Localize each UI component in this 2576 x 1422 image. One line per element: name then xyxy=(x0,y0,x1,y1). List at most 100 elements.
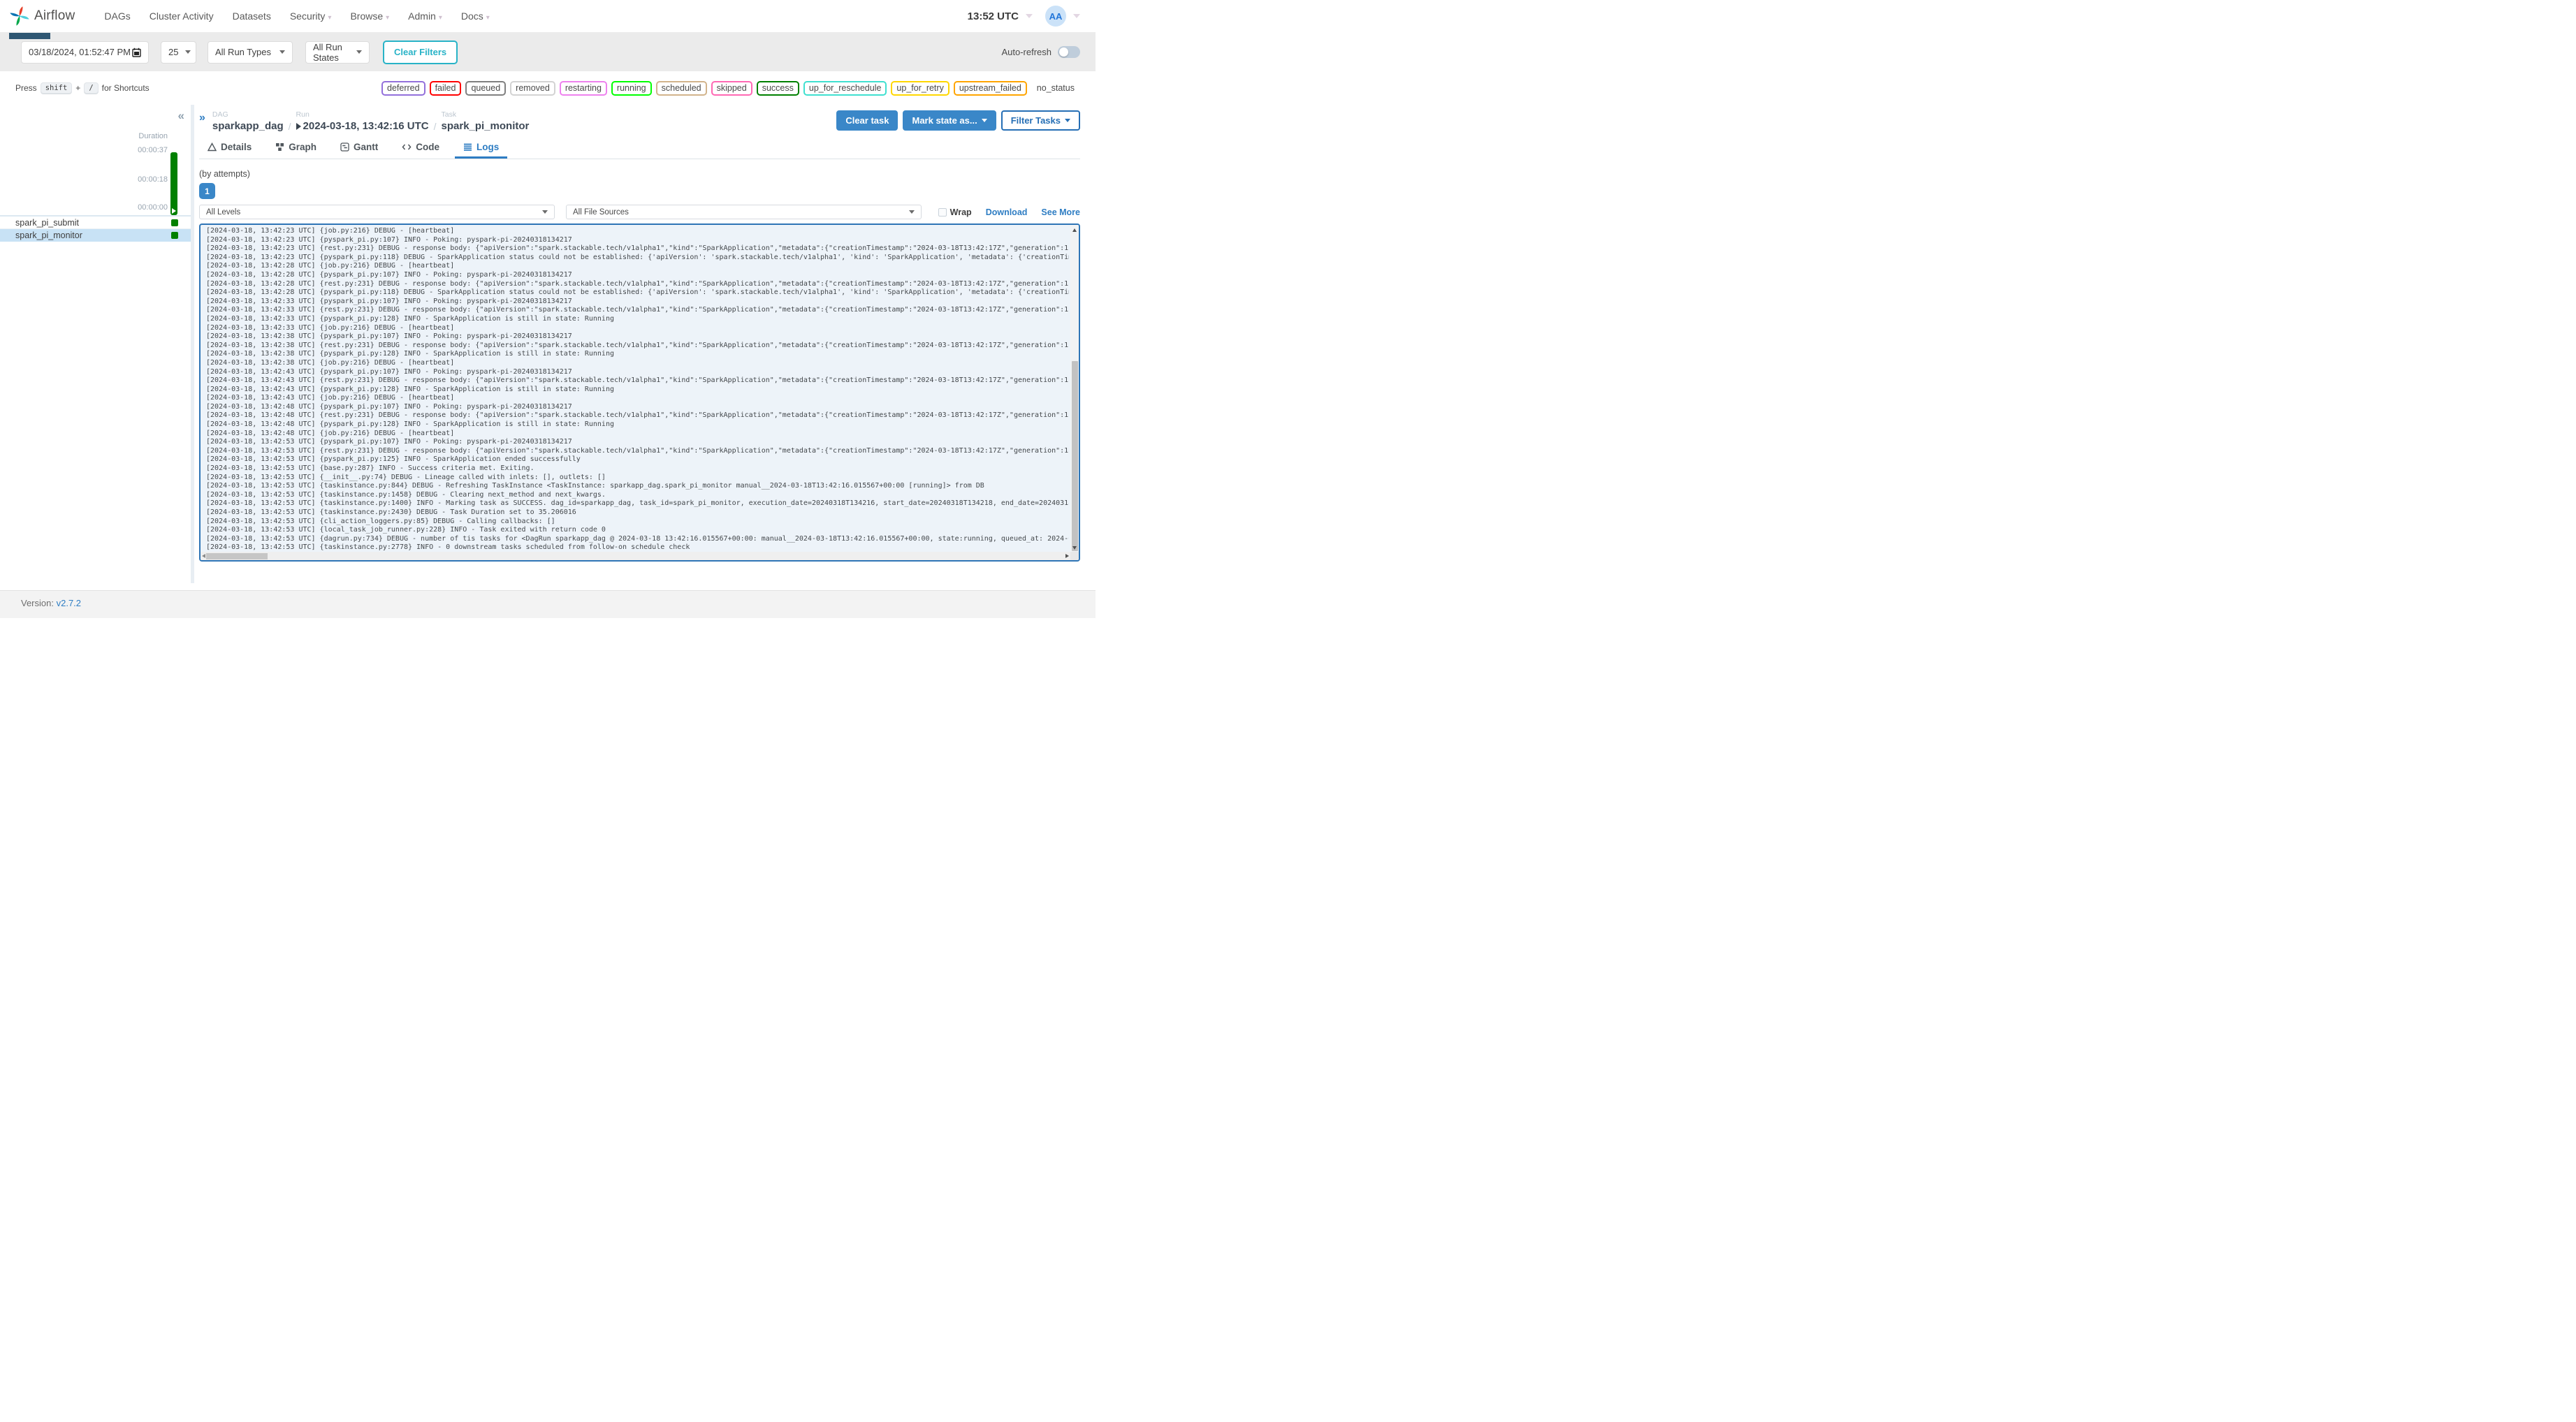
scroll-up-icon[interactable] xyxy=(1072,228,1077,232)
clock[interactable]: 13:52 UTC xyxy=(968,10,1019,22)
log-line: [2024-03-18, 13:42:43 UTC] {pyspark_pi.p… xyxy=(206,367,572,376)
detail-panel: » DAG sparkapp_dag / Run 2024-03-18, 13:… xyxy=(194,105,1096,583)
chevron-down-icon: ▾ xyxy=(438,14,442,22)
grid-panel: « Duration 00:00:37 00:00:18 00:00:00 sp… xyxy=(0,105,191,583)
collapse-panel-icon[interactable]: « xyxy=(178,109,184,123)
chevron-down-icon xyxy=(542,210,548,214)
attempt-1-button[interactable]: 1 xyxy=(199,183,215,199)
nav-item-docs[interactable]: Docs ▾ xyxy=(461,10,490,22)
wrap-checkbox[interactable] xyxy=(938,207,947,217)
airflow-logo-icon xyxy=(10,6,29,26)
breadcrumb-dag-value[interactable]: sparkapp_dag xyxy=(212,119,284,133)
graph-icon xyxy=(276,142,284,151)
nav-item-datasets[interactable]: Datasets xyxy=(233,10,271,22)
log-line: [2024-03-18, 13:42:53 UTC] {taskinstance… xyxy=(206,499,1069,508)
log-line: [2024-03-18, 13:42:23 UTC] {pyspark_pi.p… xyxy=(206,235,572,244)
duration-tick: 00:00:00 xyxy=(138,203,168,212)
tab-code[interactable]: Code xyxy=(393,137,448,159)
filter-bar: 03/18/2024, 01:52:47 PM 25 All Run Types… xyxy=(0,33,1096,71)
tab-details[interactable]: Details xyxy=(199,137,260,159)
log-viewer[interactable]: [2024-03-18, 13:42:23 UTC] {job.py:216} … xyxy=(199,223,1080,562)
log-line: [2024-03-18, 13:42:53 UTC] {taskinstance… xyxy=(206,482,984,490)
breadcrumb-run-value[interactable]: 2024-03-18, 13:42:16 UTC xyxy=(296,119,429,133)
shift-key: shift xyxy=(40,82,73,94)
log-levels-select[interactable]: All Levels xyxy=(199,205,555,219)
clear-task-button[interactable]: Clear task xyxy=(836,110,898,131)
log-line: [2024-03-18, 13:42:53 UTC] {__init__.py:… xyxy=(206,473,606,481)
task-actions: Clear task Mark state as... Filter Tasks xyxy=(836,110,1080,131)
breadcrumb-separator: / xyxy=(433,121,437,132)
task-state-square[interactable] xyxy=(171,219,178,226)
calendar-icon[interactable] xyxy=(132,47,141,57)
tab-gantt[interactable]: Gantt xyxy=(332,137,386,159)
breadcrumb-run: Run 2024-03-18, 13:42:16 UTC xyxy=(296,110,429,133)
chevron-down-icon xyxy=(185,50,191,54)
nav-item-cluster-activity[interactable]: Cluster Activity xyxy=(150,10,214,22)
log-line: [2024-03-18, 13:42:23 UTC] {pyspark_pi.p… xyxy=(206,253,1069,261)
brand[interactable]: Airflow xyxy=(9,6,75,27)
filter-tasks-button[interactable]: Filter Tasks xyxy=(1000,110,1080,131)
file-sources-select[interactable]: All File Sources xyxy=(566,205,922,219)
state-badge-restarting: restarting xyxy=(559,80,607,96)
log-line: [2024-03-18, 13:42:23 UTC] {rest.py:231}… xyxy=(206,244,1069,253)
version-link[interactable]: v2.7.2 xyxy=(57,598,81,608)
nav-item-dags[interactable]: DAGs xyxy=(104,10,130,22)
state-badge-skipped: skipped xyxy=(711,80,752,96)
nav-item-browse[interactable]: Browse ▾ xyxy=(350,10,389,22)
horizontal-scroll-thumb[interactable] xyxy=(206,552,268,559)
log-line: [2024-03-18, 13:42:28 UTC] {rest.py:231}… xyxy=(206,279,1069,288)
task-row-spark-pi-monitor[interactable]: spark_pi_monitor xyxy=(0,229,191,242)
clear-filters-button[interactable]: Clear Filters xyxy=(383,40,458,64)
see-more-link[interactable]: See More xyxy=(1041,207,1080,217)
run-date-input[interactable]: 03/18/2024, 01:52:47 PM xyxy=(21,41,149,64)
auto-refresh-toggle[interactable] xyxy=(1058,46,1080,58)
slash-key: / xyxy=(84,82,99,94)
page-size-select[interactable]: 25 xyxy=(161,41,196,64)
duration-tick: 00:00:18 xyxy=(138,175,168,184)
state-badge-success: success xyxy=(756,80,799,96)
log-line: [2024-03-18, 13:42:48 UTC] {job.py:216} … xyxy=(206,429,455,437)
shortcuts-text: Press xyxy=(15,83,37,93)
log-line: [2024-03-18, 13:42:53 UTC] {taskinstance… xyxy=(206,508,576,516)
task-state-square[interactable] xyxy=(171,232,178,239)
main-content: « Duration 00:00:37 00:00:18 00:00:00 sp… xyxy=(0,105,1096,583)
state-badge-removed: removed xyxy=(510,80,555,96)
run-types-select[interactable]: All Run Types xyxy=(208,41,293,64)
scroll-down-icon[interactable] xyxy=(1072,546,1077,550)
breadcrumb-task-value[interactable]: spark_pi_monitor xyxy=(442,119,530,133)
gantt-icon xyxy=(340,142,349,152)
log-line: [2024-03-18, 13:42:43 UTC] {pyspark_pi.p… xyxy=(206,385,614,393)
log-line: [2024-03-18, 13:42:53 UTC] {base.py:287}… xyxy=(206,464,534,473)
log-line: [2024-03-18, 13:42:28 UTC] {pyspark_pi.p… xyxy=(206,270,572,279)
task-row-spark-pi-submit[interactable]: spark_pi_submit xyxy=(0,217,191,229)
avatar[interactable]: AA xyxy=(1045,6,1066,27)
vertical-scrollbar[interactable] xyxy=(1070,225,1079,552)
download-link[interactable]: Download xyxy=(986,207,1028,217)
log-levels-value: All Levels xyxy=(206,207,241,217)
scroll-left-icon[interactable] xyxy=(202,553,205,558)
tab-logs[interactable]: Logs xyxy=(455,137,508,159)
breadcrumb-dag: DAG sparkapp_dag xyxy=(212,110,284,133)
mark-state-button[interactable]: Mark state as... xyxy=(903,110,996,131)
duration-bar[interactable] xyxy=(170,152,177,215)
auto-refresh-control: Auto-refresh xyxy=(1001,46,1080,58)
run-states-select[interactable]: All Run States xyxy=(305,41,370,64)
chevron-down-icon: ▾ xyxy=(386,14,390,22)
log-line: [2024-03-18, 13:42:28 UTC] {job.py:216} … xyxy=(206,262,455,270)
nav-item-admin[interactable]: Admin ▾ xyxy=(408,10,442,22)
by-attempts-label: (by attempts) xyxy=(199,169,250,179)
file-sources-value: All File Sources xyxy=(573,207,629,217)
shortcuts-suffix: for Shortcuts xyxy=(101,83,150,93)
scroll-right-icon[interactable] xyxy=(1065,553,1069,558)
task-name: spark_pi_monitor xyxy=(15,230,82,240)
expand-icon[interactable]: » xyxy=(199,110,205,124)
scrollbar-corner xyxy=(1070,552,1079,560)
duration-axis-label: Duration xyxy=(138,132,168,140)
tab-graph[interactable]: Graph xyxy=(267,137,325,159)
vertical-scroll-thumb[interactable] xyxy=(1071,361,1078,551)
horizontal-scrollbar[interactable] xyxy=(201,552,1070,560)
log-line: [2024-03-18, 13:42:38 UTC] {pyspark_pi.p… xyxy=(206,332,572,341)
state-badge-queued: queued xyxy=(465,80,507,96)
nav-item-security[interactable]: Security ▾ xyxy=(290,10,332,22)
log-line: [2024-03-18, 13:42:53 UTC] {taskinstance… xyxy=(206,543,690,550)
